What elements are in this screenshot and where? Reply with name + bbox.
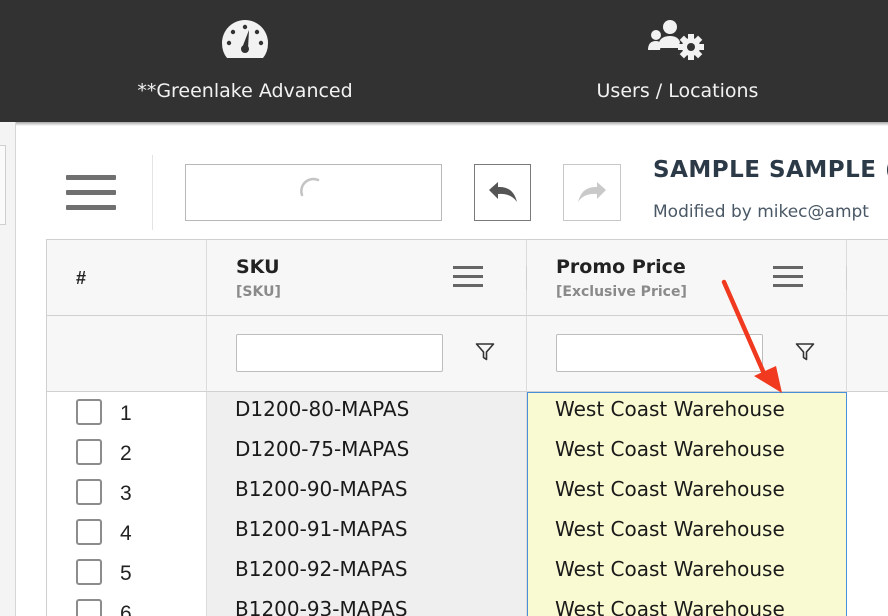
row-checkbox[interactable] — [76, 399, 102, 425]
promo-price-cell[interactable]: West Coast Warehouse — [527, 512, 847, 552]
column-subtitle-promo-price: [Exclusive Price] — [556, 284, 687, 300]
sku-value: B1200-92-MAPAS — [235, 557, 408, 581]
column-menu-icon[interactable] — [773, 266, 803, 288]
column-header-sku[interactable]: SKU [SKU] — [207, 239, 528, 316]
column-title-number: # — [76, 268, 87, 288]
row-number-cell: 6 — [46, 592, 207, 616]
table-row[interactable]: 2 D1200-75-MAPAS West Coast Warehouse — [46, 432, 847, 472]
filter-cell-row-number — [46, 316, 207, 392]
users-gear-icon — [648, 20, 704, 60]
row-number: 2 — [120, 442, 132, 465]
table-row[interactable]: 1 D1200-80-MAPAS West Coast Warehouse — [46, 392, 847, 432]
sku-value: B1200-90-MAPAS — [235, 477, 408, 501]
row-number: 1 — [120, 402, 132, 425]
filter-icon[interactable] — [475, 342, 495, 362]
side-panel-toggle[interactable] — [0, 145, 6, 225]
promo-price-filter-input[interactable] — [556, 334, 763, 372]
row-checkbox[interactable] — [76, 519, 102, 545]
sku-cell[interactable]: B1200-92-MAPAS — [207, 552, 527, 592]
promo-price-cell[interactable]: West Coast Warehouse — [527, 392, 847, 432]
undo-icon — [489, 182, 517, 202]
data-grid: # SKU [SKU] Promo Price [Exclusive Price… — [46, 239, 888, 616]
promo-price-value: West Coast Warehouse — [555, 397, 785, 421]
undo-button[interactable] — [474, 164, 531, 221]
promo-price-cell[interactable]: West Coast Warehouse — [527, 472, 847, 512]
table-row[interactable]: 6 B1200-93-MAPAS West Coast Warehouse — [46, 592, 847, 616]
toolbar-divider — [152, 155, 153, 230]
filter-icon[interactable] — [795, 342, 815, 362]
document-modified-by: Modified by mikec@ampt — [653, 202, 869, 222]
document-title: SAMPLE SAMPLE (1 — [653, 157, 888, 183]
nav-users-label: Users / Locations — [596, 80, 759, 102]
table-row[interactable]: 4 B1200-91-MAPAS West Coast Warehouse — [46, 512, 847, 552]
promo-price-value: West Coast Warehouse — [555, 597, 785, 616]
column-header-empty — [847, 239, 888, 316]
sku-cell[interactable]: B1200-91-MAPAS — [207, 512, 527, 552]
nav-users-locations[interactable]: Users / Locations — [565, 0, 790, 122]
sku-cell[interactable]: B1200-93-MAPAS — [207, 592, 527, 616]
row-number: 3 — [120, 482, 132, 505]
hamburger-menu-icon[interactable] — [66, 175, 116, 211]
sku-value: D1200-75-MAPAS — [235, 437, 410, 461]
column-header-row-number: # — [46, 239, 207, 316]
column-header-promo-price[interactable]: Promo Price [Exclusive Price] — [527, 239, 848, 316]
row-number-cell: 5 — [46, 552, 207, 592]
row-checkbox[interactable] — [76, 439, 102, 465]
promo-price-value: West Coast Warehouse — [555, 557, 785, 581]
column-title-promo-price: Promo Price — [556, 256, 686, 278]
promo-price-value: West Coast Warehouse — [555, 517, 785, 541]
row-number: 6 — [120, 602, 132, 616]
row-number: 5 — [120, 562, 132, 585]
row-number-cell: 1 — [46, 392, 207, 432]
search-input[interactable] — [185, 164, 442, 221]
column-subtitle-sku: [SKU] — [236, 284, 281, 300]
row-number-cell: 2 — [46, 432, 207, 472]
filter-cell-empty — [847, 316, 888, 392]
sku-cell[interactable]: D1200-80-MAPAS — [207, 392, 527, 432]
promo-price-cell[interactable]: West Coast Warehouse — [527, 432, 847, 472]
dashboard-gauge-icon — [222, 20, 268, 58]
nav-greenlake-label: **Greenlake Advanced — [137, 80, 353, 102]
filter-cell-promo-price — [527, 316, 847, 392]
promo-price-cell[interactable]: West Coast Warehouse — [527, 592, 847, 616]
sku-cell[interactable]: D1200-75-MAPAS — [207, 432, 527, 472]
redo-button[interactable] — [563, 164, 621, 221]
row-number-cell: 3 — [46, 472, 207, 512]
redo-icon — [578, 182, 606, 202]
row-number: 4 — [120, 522, 132, 545]
promo-price-value: West Coast Warehouse — [555, 477, 785, 501]
promo-price-cell[interactable]: West Coast Warehouse — [527, 552, 847, 592]
top-navigation-bar: **Greenlake Advanced Users / Locations — [0, 0, 888, 126]
row-checkbox[interactable] — [76, 479, 102, 505]
sku-value: B1200-93-MAPAS — [235, 597, 408, 616]
row-number-cell: 4 — [46, 512, 207, 552]
column-title-sku: SKU — [236, 256, 280, 278]
table-row[interactable]: 5 B1200-92-MAPAS West Coast Warehouse — [46, 552, 847, 592]
row-checkbox[interactable] — [76, 599, 102, 616]
column-menu-icon[interactable] — [453, 266, 483, 288]
loading-spinner-icon — [300, 177, 320, 197]
sku-value: D1200-80-MAPAS — [235, 397, 410, 421]
sku-filter-input[interactable] — [236, 334, 443, 372]
table-row[interactable]: 3 B1200-90-MAPAS West Coast Warehouse — [46, 472, 847, 512]
filter-cell-sku — [207, 316, 527, 392]
sku-cell[interactable]: B1200-90-MAPAS — [207, 472, 527, 512]
sku-value: B1200-91-MAPAS — [235, 517, 408, 541]
promo-price-value: West Coast Warehouse — [555, 437, 785, 461]
nav-greenlake-advanced[interactable]: **Greenlake Advanced — [120, 0, 370, 122]
row-checkbox[interactable] — [76, 559, 102, 585]
